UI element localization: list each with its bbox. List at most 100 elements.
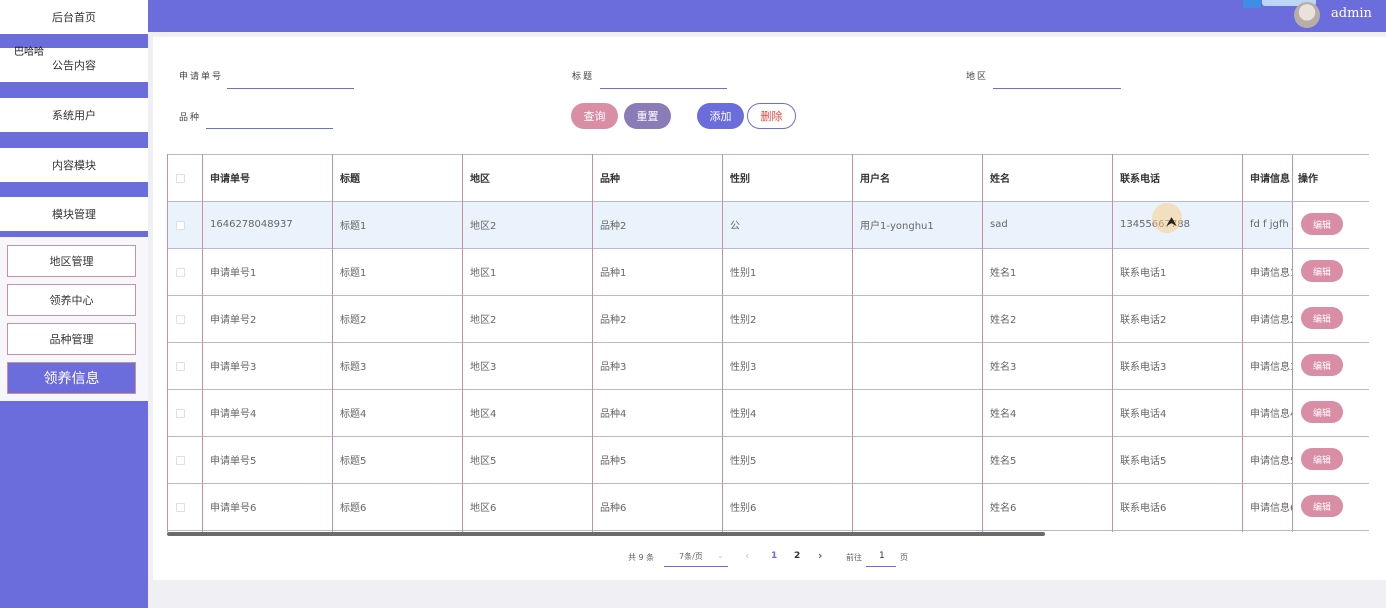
page-2[interactable]: 2 [794,551,800,561]
column-header[interactable]: 申请信息 [1242,154,1292,201]
row-divider [1292,436,1369,437]
table-cell: 申请信息3 [1250,362,1292,373]
table-cell: 标题1 [340,221,367,232]
table-cell: 申请信息1 [1250,268,1292,279]
table-cell: 联系电话3 [1120,362,1167,373]
row-checkbox[interactable] [176,362,185,371]
region-input[interactable] [993,88,1121,89]
pagination-total: 共 9 条 [628,553,655,562]
edit-button[interactable]: 编辑 [1301,260,1343,282]
table-cell: 品种1 [600,268,627,279]
page-size-select[interactable]: 7条/页 [679,551,703,562]
chevron-down-icon: ⌄ [717,551,724,560]
menu-item-content[interactable]: 内容模块 [0,148,148,182]
submenu-item-adoption-center[interactable]: 领养中心 [7,284,136,316]
row-checkbox[interactable] [176,409,185,418]
edit-button[interactable]: 编辑 [1301,448,1343,470]
table-cell: 品种4 [600,409,627,420]
apply-no-input[interactable] [227,88,354,89]
page-1[interactable]: 1 [771,551,777,561]
table-cell [852,389,982,436]
field-label-region: 地区 [966,72,989,82]
reset-button[interactable]: 重置 [624,103,671,129]
edit-button[interactable]: 编辑 [1301,213,1343,235]
add-button[interactable]: 添加 [697,103,744,129]
operation-column [1292,154,1369,532]
table-cell: 品种5 [600,456,627,467]
horizontal-scrollbar[interactable] [167,532,1045,536]
avatar[interactable] [1294,2,1320,28]
mouse-cursor-icon: ⮝ [1166,215,1178,230]
edit-button[interactable]: 编辑 [1301,307,1343,329]
row-checkbox[interactable] [176,456,185,465]
table-cell: 申请单号6 [210,503,257,514]
breed-input[interactable] [206,128,333,129]
row-checkbox[interactable] [176,503,185,512]
table-cell: 标题6 [340,503,367,514]
table-cell: 标题1 [340,268,367,279]
submenu-item-region[interactable]: 地区管理 [7,245,136,277]
row-divider [1292,530,1369,531]
row-checkbox[interactable] [176,221,185,230]
menu-item-modules[interactable]: 模块管理 [0,197,148,231]
submenu-item-label: 领养中心 [49,294,94,307]
table-cell: 联系电话6 [1120,503,1167,514]
delete-button[interactable]: 删除 [747,103,796,129]
table-cell [852,295,982,342]
submenu-item-adoption-info[interactable]: 领养信息 [7,362,136,394]
sidebar: 后台首页 公告内容 系统用户 内容模块 模块管理 地区管理 领养中心 品种管理 … [0,0,148,608]
tool-icon[interactable] [1243,0,1261,8]
page-size-underline [664,566,728,567]
table-cell: 性别6 [730,503,757,514]
column-header[interactable]: 联系电话 [1112,154,1242,201]
column-header[interactable]: 申请单号 [202,154,332,201]
table-cell: 姓名4 [990,409,1017,420]
table-cell: 申请单号4 [210,409,257,420]
column-header-operation: 操作 [1298,174,1318,185]
menu-item-label: 后台首页 [52,11,96,24]
column-header[interactable]: 性别 [722,154,852,201]
query-button[interactable]: 查询 [571,103,618,129]
table-cell: 地区1 [470,268,497,279]
table-cell: 地区2 [470,221,497,232]
row-divider [1292,201,1369,202]
table-cell: 标题3 [340,362,367,373]
row-checkbox[interactable] [176,268,185,277]
table-cell: 性别1 [730,268,757,279]
edit-button[interactable]: 编辑 [1301,354,1343,376]
table-cell: 申请信息4 [1250,409,1292,420]
data-table: 申请单号 标题 地区 品种 性别 用户名 姓名 联系电话 申请信息 1646278048937 标题… [167,154,1369,532]
select-all-checkbox[interactable] [176,174,185,183]
title-input[interactable] [600,88,727,89]
table-cell: 性别2 [730,315,757,326]
next-page-button[interactable]: › [818,549,822,562]
menu-item-home[interactable]: 后台首页 [0,0,148,34]
table-cell: 用户1-yonghu1 [860,221,934,232]
column-header[interactable]: 用户名 [852,154,982,201]
row-divider [1292,248,1369,249]
table-cell: fd f jgfh j [1250,219,1292,230]
row-checkbox[interactable] [176,315,185,324]
table-cell: 姓名2 [990,315,1017,326]
field-label-apply-no: 申请单号 [179,72,224,82]
prev-page-button[interactable]: ‹ [745,549,749,562]
menu-item-users[interactable]: 系统用户 [0,98,148,132]
edit-button[interactable]: 编辑 [1301,401,1343,423]
goto-page-input[interactable]: 1 [879,551,885,561]
submenu-item-breed[interactable]: 品种管理 [7,323,136,355]
table-cell: 申请单号5 [210,456,257,467]
table-cell: 品种3 [600,362,627,373]
table-cell: 地区2 [470,315,497,326]
field-label-title: 标题 [572,72,595,82]
column-header[interactable]: 姓名 [982,154,1112,201]
column-header[interactable]: 地区 [462,154,592,201]
table-cell: 联系电话4 [1120,409,1167,420]
table-cell: 地区3 [470,362,497,373]
username[interactable]: admin [1331,6,1372,21]
column-header[interactable]: 品种 [592,154,722,201]
table-cell: 姓名3 [990,362,1017,373]
table-cell: 姓名5 [990,456,1017,467]
column-header[interactable]: 标题 [332,154,462,201]
edit-button[interactable]: 编辑 [1301,495,1343,517]
table-cell: 地区6 [470,503,497,514]
